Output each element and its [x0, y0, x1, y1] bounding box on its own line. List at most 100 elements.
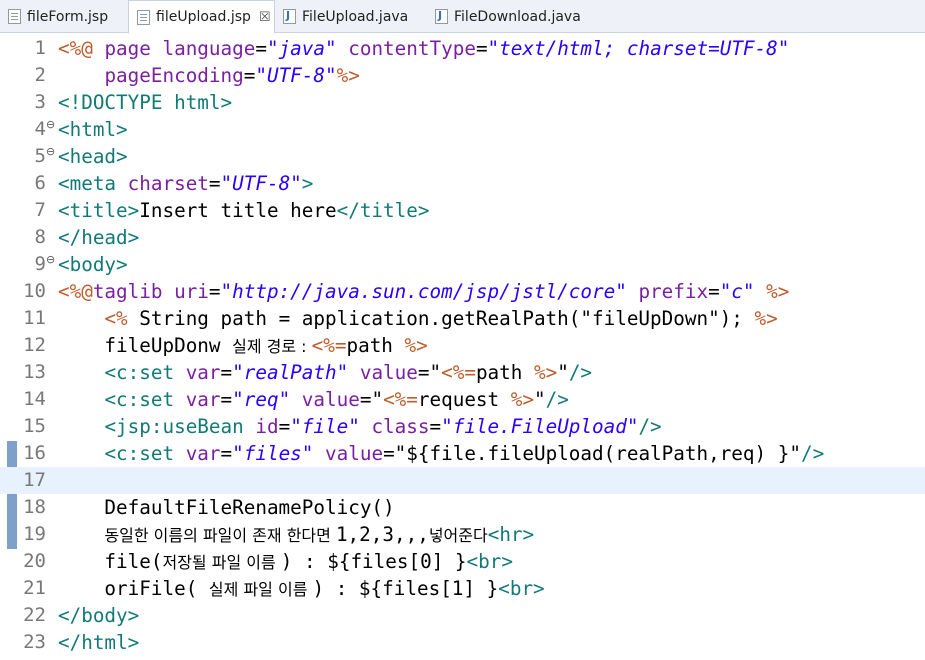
code-token: var: [185, 442, 221, 465]
code-line[interactable]: 1 <%@ page language="java" contentType="t…: [0, 35, 925, 62]
code-line[interactable]: 9 ⊖ <body>: [0, 251, 925, 278]
line-number: 3: [34, 91, 46, 113]
code-token: ) : ${files[0] }: [280, 550, 467, 573]
line-number: 17: [23, 469, 46, 491]
code-token: oriFile(: [58, 577, 209, 600]
code-line[interactable]: 2 pageEncoding="UTF-8"%>: [0, 62, 925, 89]
java-file-icon: [283, 9, 296, 24]
code-line[interactable]: 5 ⊖ <head>: [0, 143, 925, 170]
code-line[interactable]: 4 ⊖ <html>: [0, 116, 925, 143]
code-token: >: [301, 172, 314, 195]
line-number: 15: [23, 415, 46, 437]
code-line[interactable]: 15 <jsp:useBean id="file" class="file.Fi…: [0, 413, 925, 440]
fold-toggle-icon[interactable]: ⊖: [46, 145, 55, 158]
code-token: =: [220, 442, 233, 465]
line-number: 21: [23, 577, 46, 599]
line-number: 4: [34, 118, 46, 140]
code-line[interactable]: 13 <c:set var="realPath" value="<%=path …: [0, 359, 925, 386]
code-token: =: [220, 388, 233, 411]
line-number: 23: [23, 631, 46, 653]
code-line[interactable]: 21 oriFile( 실제 파일 이름 ) : ${files[1] }<br…: [0, 575, 925, 602]
java-file-icon: [435, 9, 448, 24]
code-token: =: [243, 64, 256, 87]
code-token: =: [708, 280, 720, 303]
code-line[interactable]: 22 </body>: [0, 602, 925, 629]
line-number: 9: [34, 253, 46, 275]
code-token: =: [429, 415, 442, 438]
code-line[interactable]: 6 <meta charset="UTF-8">: [0, 170, 925, 197]
code-editor[interactable]: 1 <%@ page language="java" contentType="t…: [0, 33, 925, 660]
code-text: <body>: [58, 251, 128, 278]
code-line[interactable]: 18 DefaultFileRenamePolicy(): [0, 494, 925, 521]
code-token: value: [325, 442, 384, 465]
code-token: 동일한 이름의 파일이 존재 한다면: [104, 526, 336, 545]
code-token: taglib: [92, 280, 175, 303]
line-number: 20: [23, 550, 46, 572]
line-number: 7: [34, 199, 46, 221]
code-line[interactable]: 12 fileUpDonw 실제 경로 : <%=path %>: [0, 332, 925, 359]
code-line[interactable]: 8 </head>: [0, 224, 925, 251]
code-token: <jsp:useBean: [104, 415, 256, 438]
code-token: ="${file.fileUpload(realPath,req) }": [383, 442, 801, 465]
code-token: contentType: [348, 37, 476, 60]
code-line[interactable]: 10 <%@taglib uri="http://java.sun.com/jsp…: [0, 278, 925, 305]
code-token: file(: [58, 550, 163, 573]
code-text: <jsp:useBean id="file" class="file.FileU…: [58, 413, 662, 440]
code-token: <br>: [498, 577, 545, 600]
code-line[interactable]: 20 file(저장될 파일 이름 ) : ${files[0] }<br>: [0, 548, 925, 575]
code-token: <%@: [58, 280, 93, 303]
line-number: 11: [23, 307, 46, 329]
tab-fileform-jsp[interactable]: fileForm.jsp: [0, 0, 128, 33]
code-token: <c:set: [104, 388, 186, 411]
code-line[interactable]: 17: [0, 467, 925, 494]
code-token: <title>: [58, 199, 140, 222]
code-text: </html>: [58, 629, 139, 656]
line-number: 1: [34, 37, 46, 59]
code-line[interactable]: 3 <!DOCTYPE html>: [0, 89, 925, 116]
code-token: var: [185, 361, 221, 384]
code-token: </body>: [58, 604, 140, 627]
code-token: =: [208, 172, 221, 195]
code-line[interactable]: 11 <% String path = application.getRealP…: [0, 305, 925, 332]
code-token: DefaultFileRenamePolicy(): [58, 496, 395, 519]
code-line[interactable]: 19 동일한 이름의 파일이 존재 한다면 1,2,3,,,넣어준다<hr>: [0, 521, 925, 548]
line-number: 18: [23, 496, 46, 518]
code-token: =: [278, 415, 291, 438]
code-text: 동일한 이름의 파일이 존재 한다면 1,2,3,,,넣어준다<hr>: [58, 521, 534, 549]
line-number: 2: [34, 64, 46, 86]
code-token: <%=: [311, 334, 347, 357]
editor-tab-bar: fileForm.jsp fileUpload.jsp ☒ FileUpload…: [0, 0, 925, 34]
code-token: ) : ${files[1] }: [312, 577, 499, 600]
code-line[interactable]: 14 <c:set var="req" value="<%=request %>…: [0, 386, 925, 413]
line-number: 12: [23, 334, 46, 356]
code-token: =": [359, 388, 384, 411]
fold-toggle-icon[interactable]: ⊖: [46, 118, 55, 131]
code-text: DefaultFileRenamePolicy(): [58, 494, 395, 521]
code-token: charset: [127, 172, 209, 195]
fold-toggle-icon[interactable]: ⊖: [46, 253, 55, 266]
code-text: <title>Insert title here</title>: [58, 197, 429, 224]
tab-fileupload-jsp[interactable]: fileUpload.jsp ☒: [128, 0, 275, 34]
tab-filedownload-java[interactable]: FileDownload.java: [427, 0, 597, 33]
line-number: 13: [23, 361, 46, 383]
close-icon[interactable]: ☒: [259, 10, 271, 25]
code-token: 저장될 파일 이름: [162, 553, 281, 572]
code-token: request: [417, 388, 511, 411]
line-number: 10: [23, 280, 46, 302]
code-token: <%@: [58, 37, 105, 60]
code-token: />: [638, 415, 662, 438]
tab-fileupload-java[interactable]: FileUpload.java: [275, 0, 425, 33]
code-line[interactable]: 16 <c:set var="files" value="${file.file…: [0, 440, 925, 467]
code-token: "files": [232, 442, 314, 465]
code-line[interactable]: 23 </html>: [0, 629, 925, 656]
code-line[interactable]: 7 <title>Insert title here</title>: [0, 197, 925, 224]
code-token: "UTF-8": [220, 172, 302, 195]
code-token: path: [475, 361, 534, 384]
